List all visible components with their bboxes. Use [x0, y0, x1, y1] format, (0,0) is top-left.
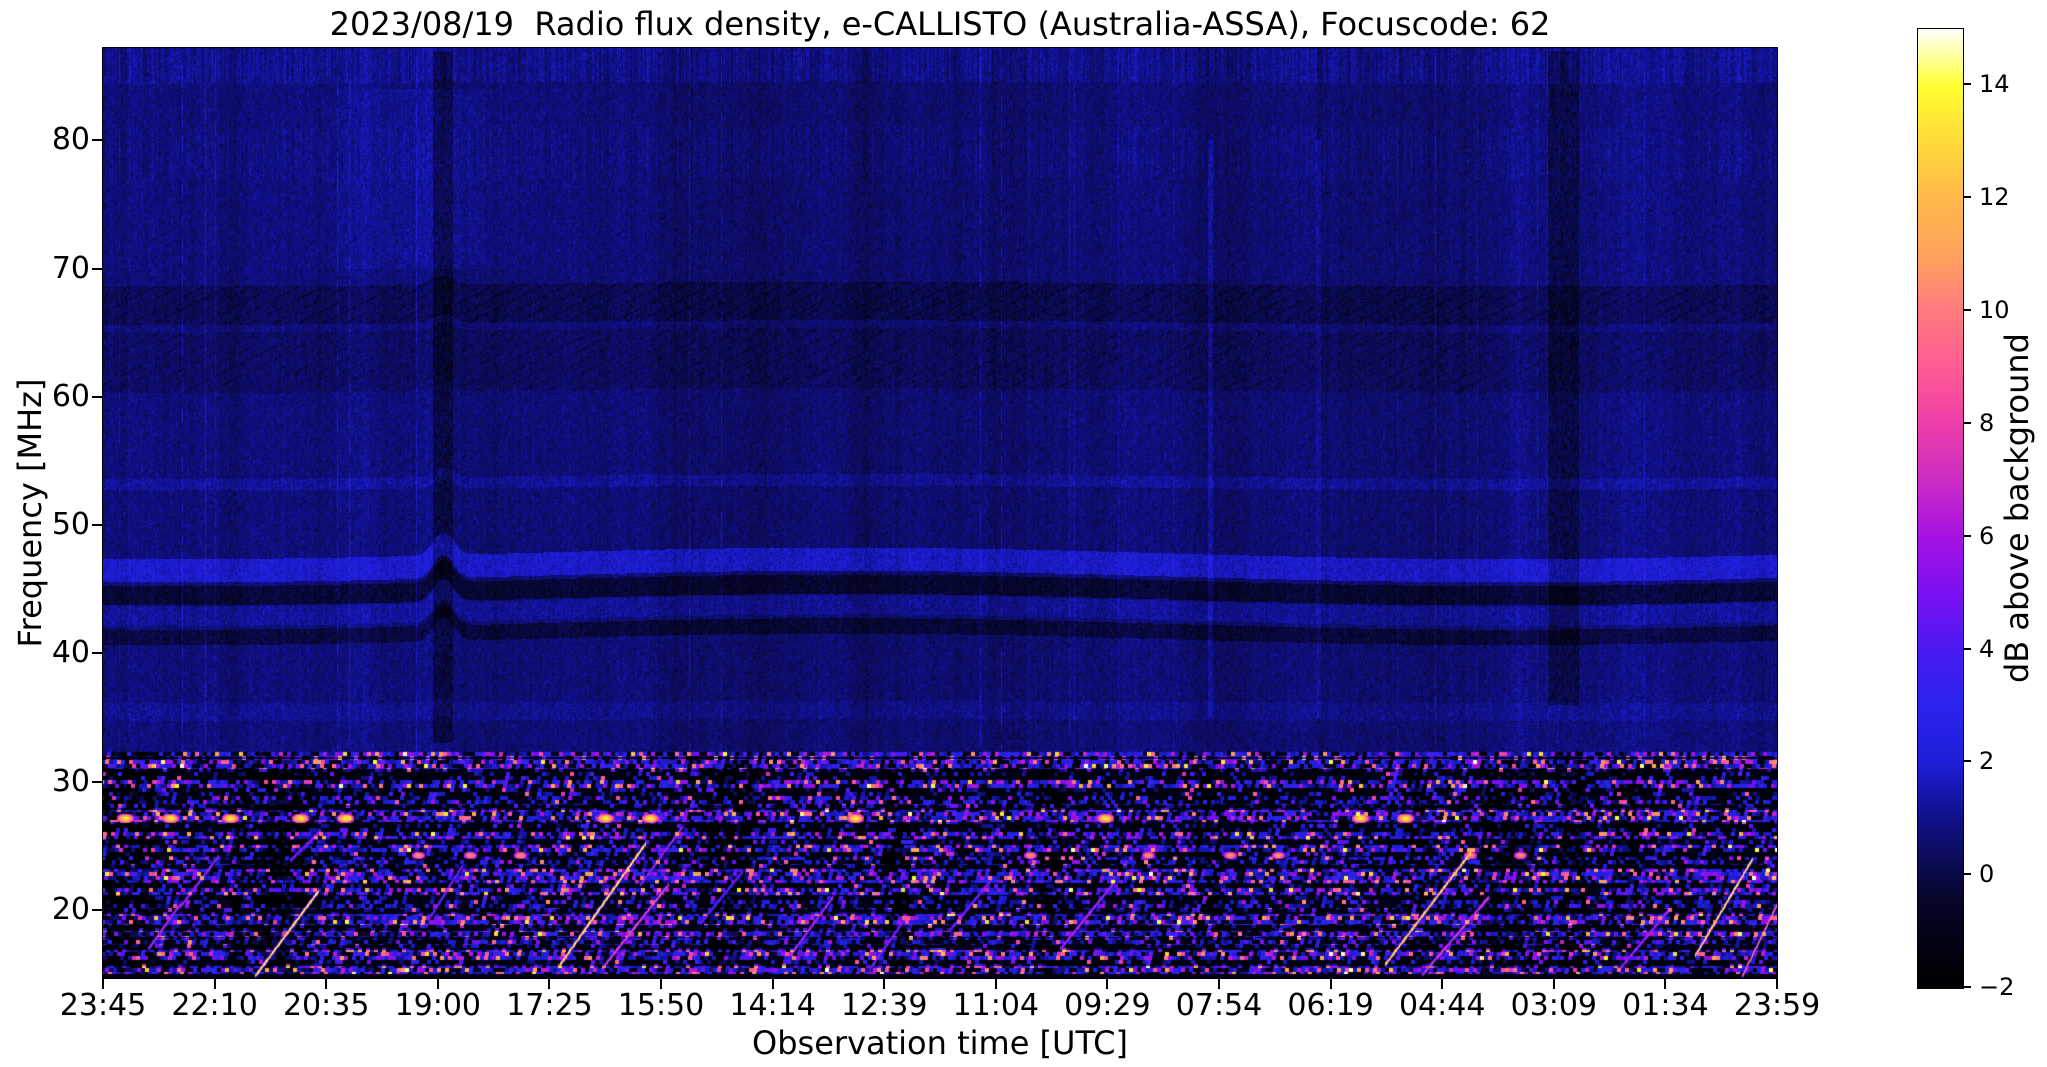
colorbar-tick-mark: [1963, 196, 1971, 199]
x-tick-label: 22:10: [171, 988, 258, 1023]
colorbar-tick-label: 12: [1979, 183, 2010, 212]
colorbar-tick-mark: [1963, 760, 1971, 763]
colorbar-tick-label: 4: [1979, 634, 1995, 663]
colorbar-tick-mark: [1963, 421, 1971, 424]
x-tick-label: 23:45: [59, 988, 147, 1023]
colorbar-tick-label: 0: [1979, 860, 1995, 889]
colorbar: [1917, 28, 1964, 989]
x-tick-label: 06:19: [1287, 988, 1374, 1023]
y-tick-mark: [92, 909, 102, 911]
x-tick-label: 11:04: [952, 988, 1040, 1023]
colorbar-tick-mark: [1963, 534, 1971, 537]
colorbar-tick-label: 10: [1979, 296, 2010, 325]
y-tick-label: 30: [51, 763, 90, 799]
x-tick-label: 07:54: [1175, 988, 1263, 1023]
colorbar-tick-mark: [1963, 986, 1971, 988]
x-tick-label: 12:39: [840, 988, 928, 1023]
colorbar-tick-label: 6: [1979, 521, 1995, 550]
colorbar-tick-mark: [1963, 83, 1971, 86]
y-tick-mark: [92, 652, 102, 655]
y-tick-label: 20: [51, 892, 90, 927]
x-tick-label: 15:50: [617, 988, 705, 1023]
x-tick-label: 01:34: [1622, 988, 1709, 1023]
chart-title: 2023/08/19 Radio flux density, e-CALLIST…: [329, 5, 1551, 43]
y-tick-label: 70: [51, 250, 90, 286]
colorbar-tick-label: 14: [1979, 70, 2010, 99]
colorbar-tick-label: −2: [1979, 973, 2015, 1001]
colorbar-tick-mark: [1963, 309, 1971, 312]
x-tick-label: 20:35: [282, 988, 370, 1023]
y-tick-label: 80: [51, 122, 90, 158]
colorbar-tick-mark: [1963, 647, 1971, 650]
y-tick-mark: [92, 395, 102, 398]
spectrogram-canvas: [103, 48, 1777, 978]
x-axis-label: Observation time [UTC]: [752, 1024, 1128, 1062]
x-tick-label: 09:29: [1064, 988, 1151, 1023]
y-tick-mark: [92, 139, 102, 142]
x-tick-label: 17:25: [506, 988, 593, 1023]
colorbar-label: dB above background: [1998, 333, 2036, 683]
colorbar-tick-mark: [1963, 873, 1971, 876]
colorbar-gradient: [1918, 29, 1963, 988]
y-axis-label: Frequency [MHz]: [11, 378, 49, 648]
x-tick-label: 03:09: [1510, 988, 1598, 1023]
x-tick-label: 23:59: [1733, 988, 1821, 1023]
colorbar-tick-label: 8: [1979, 408, 1995, 437]
y-tick-mark: [92, 524, 102, 527]
y-tick-mark: [92, 267, 102, 270]
colorbar-tick-label: 2: [1979, 747, 1995, 776]
x-tick-label: 04:44: [1398, 988, 1486, 1023]
y-tick-mark: [92, 780, 102, 783]
x-tick-label: 14:14: [729, 988, 816, 1023]
x-tick-label: 19:00: [394, 988, 482, 1023]
